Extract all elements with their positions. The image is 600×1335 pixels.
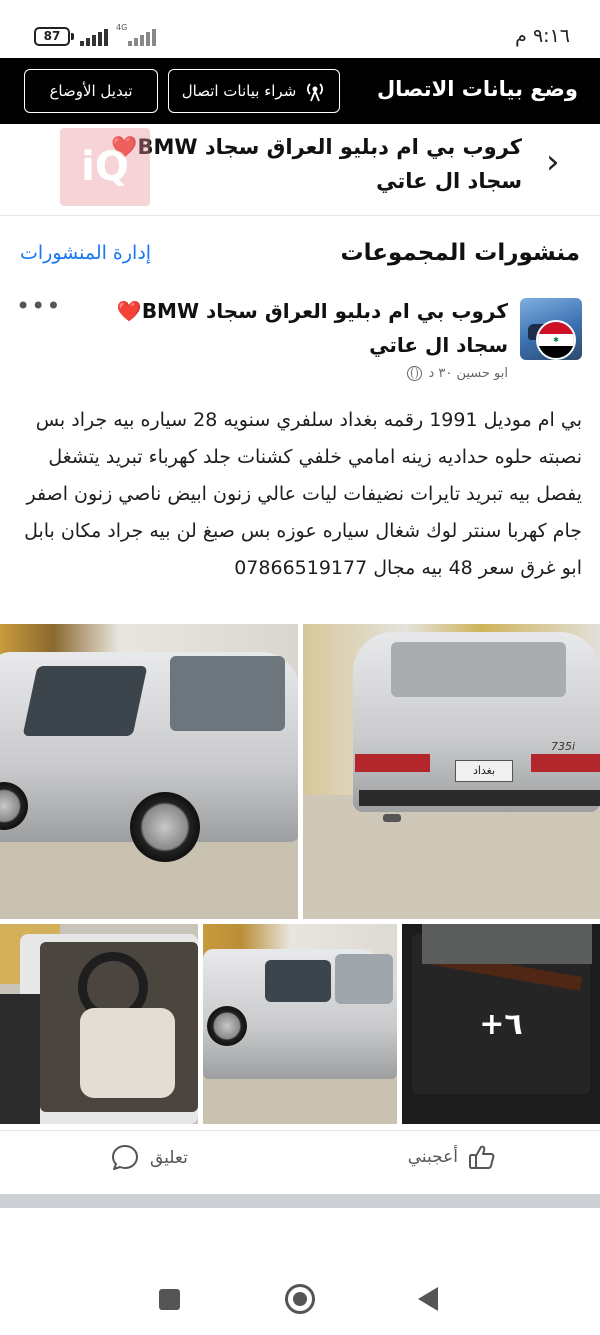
post-photo-1[interactable] — [0, 624, 298, 919]
more-options-icon[interactable]: ••• — [16, 292, 61, 320]
home-icon[interactable] — [285, 1284, 315, 1314]
data-mode-banner: وضع بيانات الاتصال شراء بيانات اتصال تبد… — [0, 58, 600, 124]
thumbs-up-icon — [469, 1145, 495, 1169]
navigation-bar — [0, 1260, 600, 1335]
iq-watermark-logo: iQ — [60, 128, 150, 206]
status-bar: 87 4G ٩:١٦ م — [0, 0, 600, 58]
like-button[interactable]: أعجبني — [408, 1143, 496, 1171]
more-photos-overlay[interactable]: +٦ — [402, 924, 600, 1124]
switch-mode-label: تبديل الأوضاع — [49, 82, 133, 100]
iraq-flag-icon: ✱ — [536, 320, 576, 360]
more-photos-count: +٦ — [479, 1006, 523, 1042]
post-photo-5[interactable]: +٦ — [402, 924, 600, 1124]
section-header: منشورات المجموعات إدارة المنشورات — [0, 230, 600, 280]
post-meta-text: ابو حسين ٣٠ د — [428, 366, 508, 381]
post-photo-3[interactable] — [0, 924, 198, 1124]
comment-button[interactable]: تعليق — [110, 1143, 188, 1173]
switch-mode-button[interactable]: تبديل الأوضاع — [24, 69, 158, 113]
antenna-icon — [307, 83, 324, 102]
network-type: 4G — [116, 23, 128, 32]
signal-icon — [80, 28, 108, 46]
buy-data-label: شراء بيانات اتصال — [181, 82, 297, 100]
model-badge: 735i — [551, 740, 576, 753]
clock: ٩:١٦ م — [515, 25, 570, 47]
post-photo-4[interactable] — [203, 924, 397, 1124]
banner-title: وضع بيانات الاتصال — [376, 77, 578, 101]
feed-divider — [0, 1194, 600, 1208]
chevron-right-icon[interactable]: › — [546, 142, 576, 182]
battery-indicator: 87 — [34, 27, 74, 46]
post-actions: أعجبني تعليق — [0, 1130, 600, 1192]
comment-label: تعليق — [150, 1148, 188, 1168]
like-label: أعجبني — [407, 1147, 458, 1167]
license-plate: بغداد — [455, 760, 513, 782]
post-author[interactable]: كروب بي ام دبليو العراق سجاد BMW❤️سجاد ا… — [68, 294, 508, 362]
post-photo-2[interactable]: بغداد 735i — [303, 624, 600, 919]
recent-apps-icon[interactable] — [159, 1289, 180, 1310]
post-meta: ابو حسين ٣٠ د — [407, 366, 508, 381]
globe-icon — [407, 366, 423, 381]
section-title: منشورات المجموعات — [340, 240, 580, 266]
back-icon[interactable] — [418, 1287, 438, 1311]
buy-data-button[interactable]: شراء بيانات اتصال — [168, 69, 340, 113]
post-text: بي ام موديل 1991 رقمه بغداد سلفري سنويه … — [24, 409, 582, 579]
signal-icon-secondary — [128, 28, 156, 46]
comment-icon — [112, 1145, 138, 1170]
manage-posts-link[interactable]: إدارة المنشورات — [20, 242, 151, 264]
post-header: ✱ كروب بي ام دبليو العراق سجاد BMW❤️سجاد… — [0, 290, 600, 390]
